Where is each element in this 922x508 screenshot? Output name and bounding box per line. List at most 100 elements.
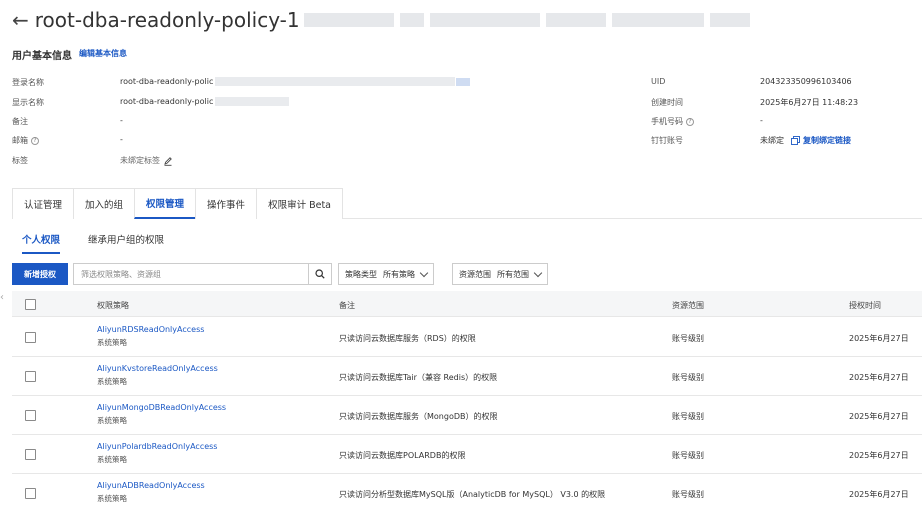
col-auth-time: 授权时间 xyxy=(849,301,881,310)
redacted-login-name xyxy=(215,77,456,86)
tab-permission-audit[interactable]: 权限审计 Beta xyxy=(256,188,343,219)
edit-basic-info-link[interactable]: 编辑基本信息 xyxy=(79,48,127,59)
policy-type: 系统策略 xyxy=(97,338,127,347)
display-name-value: root-dba-readonly-polic xyxy=(120,97,290,106)
main-tabs: 认证管理 加入的组 权限管理 操作事件 权限审计 Beta xyxy=(12,188,922,219)
search-button[interactable] xyxy=(308,263,332,285)
uid-value: 204323350996103406 xyxy=(760,77,852,86)
table-row: AliyunKvstoreReadOnlyAccess 系统策略 只读访问云数据… xyxy=(12,357,922,396)
policy-name-link[interactable]: AliyunADBReadOnlyAccess xyxy=(97,481,205,490)
help-icon[interactable]: ? xyxy=(686,117,694,126)
time-cell: 2025年6月27日 xyxy=(849,334,909,343)
chevron-down-icon xyxy=(419,268,429,277)
subtab-personal-permissions[interactable]: 个人权限 xyxy=(22,232,61,254)
remark-label: 备注 xyxy=(12,117,28,126)
row-checkbox[interactable] xyxy=(25,371,36,382)
table-row: AliyunPolardbReadOnlyAccess 系统策略 只读访问云数据… xyxy=(12,435,922,474)
policy-type: 系统策略 xyxy=(97,494,127,503)
email-label-wrap: 邮箱 ? xyxy=(12,135,39,146)
dingtalk-status: 未绑定 xyxy=(760,136,784,145)
add-authorization-button[interactable]: 新增授权 xyxy=(12,263,68,285)
table-row: AliyunADBReadOnlyAccess 系统策略 只读访问分析型数据库M… xyxy=(12,474,922,508)
policy-type: 系统策略 xyxy=(97,455,127,464)
resource-scope-key: 资源范围 xyxy=(459,269,491,279)
search-input[interactable]: 筛选权限策略、资源组 xyxy=(73,263,309,285)
page-title: root-dba-readonly-policy-1 xyxy=(34,8,300,32)
redacted-mark xyxy=(456,77,471,86)
col-scope: 资源范围 xyxy=(672,301,704,310)
policy-name-link[interactable]: AliyunPolardbReadOnlyAccess xyxy=(97,442,217,451)
display-name-label: 显示名称 xyxy=(12,98,44,107)
select-all-checkbox[interactable] xyxy=(25,299,36,310)
tab-operation-events[interactable]: 操作事件 xyxy=(195,188,258,219)
page-title-bar: ← root-dba-readonly-policy-1 xyxy=(12,6,756,34)
remark-cell: 只读访问云数据库服务（MongoDB）的权限 xyxy=(339,412,498,421)
remark-cell: 只读访问分析型数据库MySQL版（AnalyticDB for MySQL） V… xyxy=(339,490,606,499)
time-cell: 2025年6月27日 xyxy=(849,373,909,382)
col-policy: 权限策略 xyxy=(97,301,129,310)
remark-value: - xyxy=(120,116,123,125)
redacted-display-name xyxy=(215,97,290,106)
time-cell: 2025年6月27日 xyxy=(849,451,909,460)
login-name-value: root-dba-readonly-polic xyxy=(120,77,471,86)
redacted-title-suffix xyxy=(303,13,756,27)
tags-value: 未绑定标签 xyxy=(120,155,173,166)
policy-name-link[interactable]: AliyunRDSReadOnlyAccess xyxy=(97,325,204,334)
display-name-text: root-dba-readonly-polic xyxy=(120,97,214,106)
scope-cell: 账号级别 xyxy=(672,490,704,499)
back-arrow-icon[interactable]: ← xyxy=(12,8,29,32)
tab-auth-management[interactable]: 认证管理 xyxy=(12,188,75,219)
help-icon[interactable]: ? xyxy=(31,136,39,145)
phone-label: 手机号码 xyxy=(651,117,683,126)
scope-cell: 账号级别 xyxy=(672,334,704,343)
basic-info-title: 用户基本信息 xyxy=(12,51,72,62)
scope-cell: 账号级别 xyxy=(672,451,704,460)
row-checkbox[interactable] xyxy=(25,488,36,499)
scope-cell: 账号级别 xyxy=(672,412,704,421)
time-cell: 2025年6月27日 xyxy=(849,490,909,499)
copy-icon[interactable] xyxy=(791,136,800,145)
policy-type-select[interactable]: 策略类型 所有策略 xyxy=(338,263,434,285)
resource-scope-select[interactable]: 资源范围 所有范围 xyxy=(452,263,548,285)
row-checkbox[interactable] xyxy=(25,410,36,421)
remark-cell: 只读访问云数据库Tair（兼容 Redis）的权限 xyxy=(339,373,498,382)
table-row: AliyunRDSReadOnlyAccess 系统策略 只读访问云数据库服务（… xyxy=(12,318,922,357)
policy-type: 系统策略 xyxy=(97,377,127,386)
created-time-label: 创建时间 xyxy=(651,98,683,107)
policy-cell: AliyunPolardbReadOnlyAccess 系统策略 xyxy=(97,442,217,465)
phone-value: - xyxy=(760,116,763,125)
subtab-inherited-permissions[interactable]: 继承用户组的权限 xyxy=(88,232,164,254)
copy-bind-link[interactable]: 复制绑定链接 xyxy=(803,135,851,146)
remark-cell: 只读访问云数据库POLARDB的权限 xyxy=(339,451,466,460)
table-header: 权限策略 备注 资源范围 授权时间 xyxy=(12,291,922,317)
policy-cell: AliyunADBReadOnlyAccess 系统策略 xyxy=(97,481,205,504)
collapse-left-icon[interactable]: ‹ xyxy=(0,292,4,303)
policy-type-key: 策略类型 xyxy=(345,269,377,279)
edit-pencil-icon[interactable] xyxy=(163,156,173,166)
col-remark: 备注 xyxy=(339,301,355,310)
tab-joined-groups[interactable]: 加入的组 xyxy=(73,188,136,219)
chevron-down-icon xyxy=(533,268,543,277)
phone-label-wrap: 手机号码 ? xyxy=(651,116,694,127)
time-cell: 2025年6月27日 xyxy=(849,412,909,421)
row-checkbox[interactable] xyxy=(25,449,36,460)
policy-name-link[interactable]: AliyunKvstoreReadOnlyAccess xyxy=(97,364,218,373)
policy-name-link[interactable]: AliyunMongoDBReadOnlyAccess xyxy=(97,403,226,412)
policy-type: 系统策略 xyxy=(97,416,127,425)
tags-label: 标签 xyxy=(12,156,28,165)
policy-type-value: 所有策略 xyxy=(383,269,415,279)
resource-scope-value: 所有范围 xyxy=(497,269,529,279)
tab-permission-management[interactable]: 权限管理 xyxy=(134,188,197,219)
search-icon xyxy=(315,269,325,279)
created-time-value: 2025年6月27日 11:48:23 xyxy=(760,98,859,107)
login-name-label: 登录名称 xyxy=(12,78,44,87)
policy-cell: AliyunKvstoreReadOnlyAccess 系统策略 xyxy=(97,364,218,387)
policy-cell: AliyunMongoDBReadOnlyAccess 系统策略 xyxy=(97,403,226,426)
dingtalk-value: 未绑定 复制绑定链接 xyxy=(760,135,851,146)
tags-text: 未绑定标签 xyxy=(120,156,160,165)
permission-subtabs: 个人权限 继承用户组的权限 xyxy=(22,232,192,254)
uid-label: UID xyxy=(651,77,666,86)
scope-cell: 账号级别 xyxy=(672,373,704,382)
policy-cell: AliyunRDSReadOnlyAccess 系统策略 xyxy=(97,325,204,348)
row-checkbox[interactable] xyxy=(25,332,36,343)
